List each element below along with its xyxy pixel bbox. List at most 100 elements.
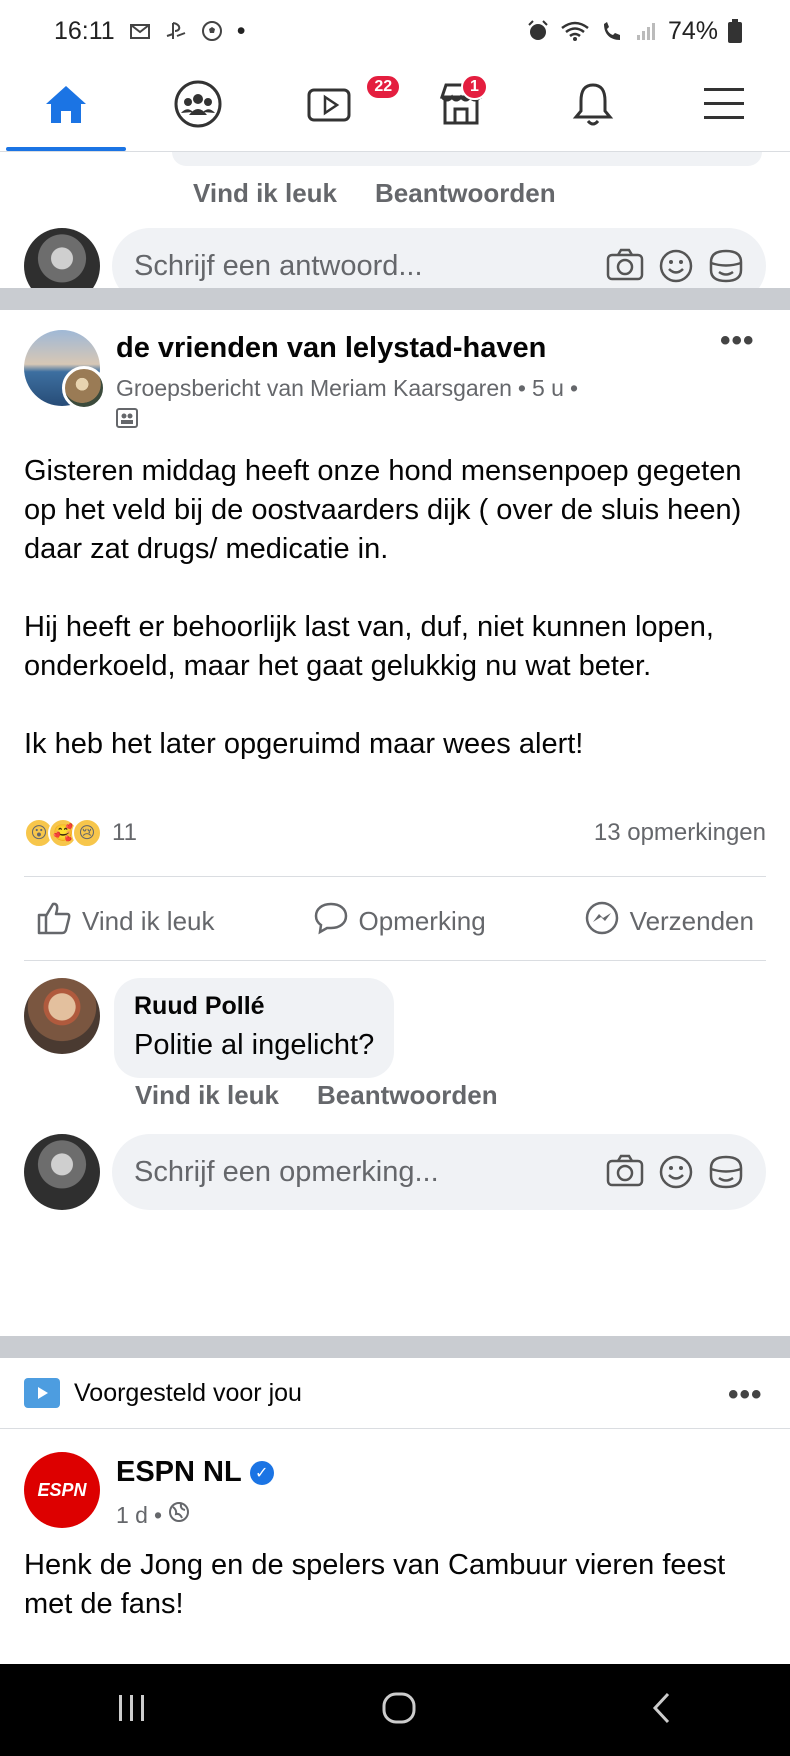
sticker-icon[interactable] [708,1154,744,1190]
soccer-icon [201,20,223,42]
tab-groups[interactable] [132,62,264,151]
alarm-icon [526,19,550,43]
like-comment-link[interactable]: Vind ik leuk [193,178,337,209]
tab-notifications[interactable] [527,62,659,151]
reply-comment-link[interactable]: Beantwoorden [375,178,556,209]
group-audience-icon [116,408,578,433]
camera-icon[interactable] [606,248,644,284]
camera-icon[interactable] [606,1154,644,1190]
sticker-icon[interactable] [708,248,744,284]
tab-marketplace[interactable]: 1 [395,62,527,151]
post-meta: Groepsbericht van Meriam Kaarsgaren • 5 … [116,375,578,402]
reaction-icons: 😮 🥰 😢 [24,818,102,848]
post-header: de vrienden van lelystad-haven Groepsber… [24,330,578,433]
like-button[interactable]: Vind ik leuk [36,900,215,943]
comment: Ruud Pollé Politie al ingelicht? [24,978,395,1078]
comment-icon [313,901,349,942]
like-label: Vind ik leuk [82,906,215,936]
suggested-post-text: Henk de Jong en de spelers van Cambuur v… [24,1549,726,1620]
status-time: 16:11 [54,16,115,45]
system-navigation-bar [0,1664,790,1756]
comment-input[interactable]: Schrijf een opmerking... [112,1134,766,1210]
send-label: Verzenden [629,906,754,936]
battery-icon [728,19,742,43]
emoji-icon[interactable] [658,248,694,284]
meta-separator: • [517,375,526,401]
comment-actions: Vind ik leuk Beantwoorden [135,1080,498,1111]
comment-bubble[interactable]: Ruud Pollé Politie al ingelicht? [114,978,395,1078]
suggested-post-body: Henk de Jong en de spelers van Cambuur v… [24,1546,766,1624]
suggested-more-options-icon[interactable]: ••• [728,1378,763,1412]
watch-icon [306,82,352,131]
previous-comment-actions: Vind ik leuk Beantwoorden [193,178,556,209]
current-user-avatar[interactable] [24,1134,100,1210]
separator [24,960,766,961]
comment-button[interactable]: Opmerking [313,900,486,943]
feed-divider [0,1336,790,1358]
separator [0,1428,790,1429]
post-paragraph: Ik heb het later opgeruimd maar wees ale… [24,728,584,760]
top-navigation: 22 1 [0,62,790,152]
tab-watch[interactable]: 22 [263,62,402,151]
suggested-label: Voorgesteld voor jou [74,1378,302,1407]
commenter-avatar[interactable] [24,978,100,1054]
reaction-count: 11 [112,819,137,846]
post-paragraph: Gisteren middag heeft onze hond mensenpo… [24,455,742,565]
comment-label: Opmerking [358,906,486,936]
send-button[interactable]: Verzenden [584,900,754,943]
marketplace-badge: 1 [461,74,488,100]
espn-logo[interactable]: ESPN [24,1452,100,1528]
gmail-icon [129,22,151,40]
reply-comment-link[interactable]: Beantwoorden [317,1080,498,1111]
tab-menu[interactable] [658,62,790,151]
espn-logo-text: ESPN [37,1479,87,1500]
comment-count[interactable]: 13 opmerkingen [594,819,766,847]
tab-home[interactable] [0,62,132,151]
previous-comment-bubble [172,152,762,166]
suggested-header: Voorgesteld voor jou [24,1378,766,1408]
wifi-calling-icon [600,20,626,42]
bell-icon [571,81,615,132]
signal-icon [636,21,658,41]
commenter-name[interactable]: Ruud Pollé [134,992,374,1021]
group-avatar[interactable] [24,330,106,410]
meta-separator: • [153,1501,163,1528]
author-avatar[interactable] [62,366,106,410]
like-comment-link[interactable]: Vind ik leuk [135,1080,279,1111]
home-button-icon[interactable] [381,1691,417,1730]
messenger-icon [584,900,620,943]
page-name[interactable]: ESPN NL [116,1456,242,1489]
post-paragraph: Hij heeft er behoorlijk last van, duf, n… [24,611,714,682]
meta-prefix: Groepsbericht van [116,375,304,401]
home-icon [43,83,89,130]
post-time[interactable]: 5 u [532,375,564,402]
sad-reaction-icon: 😢 [72,818,102,848]
meta-separator: • [569,375,579,401]
comment-composer: Schrijf een opmerking... [24,1134,766,1210]
post-more-options-icon[interactable]: ••• [720,324,755,358]
emoji-icon[interactable] [658,1154,694,1190]
comment-text: Politie al ingelicht? [134,1029,375,1061]
groups-icon [173,79,223,134]
post-actions: Vind ik leuk Opmerking Verzenden [24,900,766,943]
post-author[interactable]: Meriam Kaarsgaren [310,375,512,402]
suggested-post-header: ESPN ESPN NL ✓ 1 d • [24,1452,274,1529]
separator [24,876,766,877]
status-bar: 16:11 • 74% [0,0,790,62]
wifi-icon [560,20,590,42]
status-dot: • [236,16,246,45]
post-body: Gisteren middag heeft onze hond mensenpo… [24,452,766,803]
group-name[interactable]: de vrienden van lelystad-haven [116,332,578,365]
suggested-post-time[interactable]: 1 d [116,1502,148,1529]
recent-apps-icon[interactable] [116,1693,148,1728]
feed-divider [0,288,790,310]
back-icon[interactable] [650,1691,674,1730]
globe-icon [168,1501,190,1529]
thumbs-up-icon [36,901,72,942]
battery-percentage: 74% [667,16,718,45]
watch-video-icon [24,1378,60,1408]
reply-placeholder: Schrijf een antwoord... [134,249,423,282]
verified-badge-icon: ✓ [249,1460,274,1485]
page-name-row: ESPN NL ✓ [116,1456,274,1489]
reactions-summary[interactable]: 😮 🥰 😢 11 13 opmerkingen [24,818,766,848]
